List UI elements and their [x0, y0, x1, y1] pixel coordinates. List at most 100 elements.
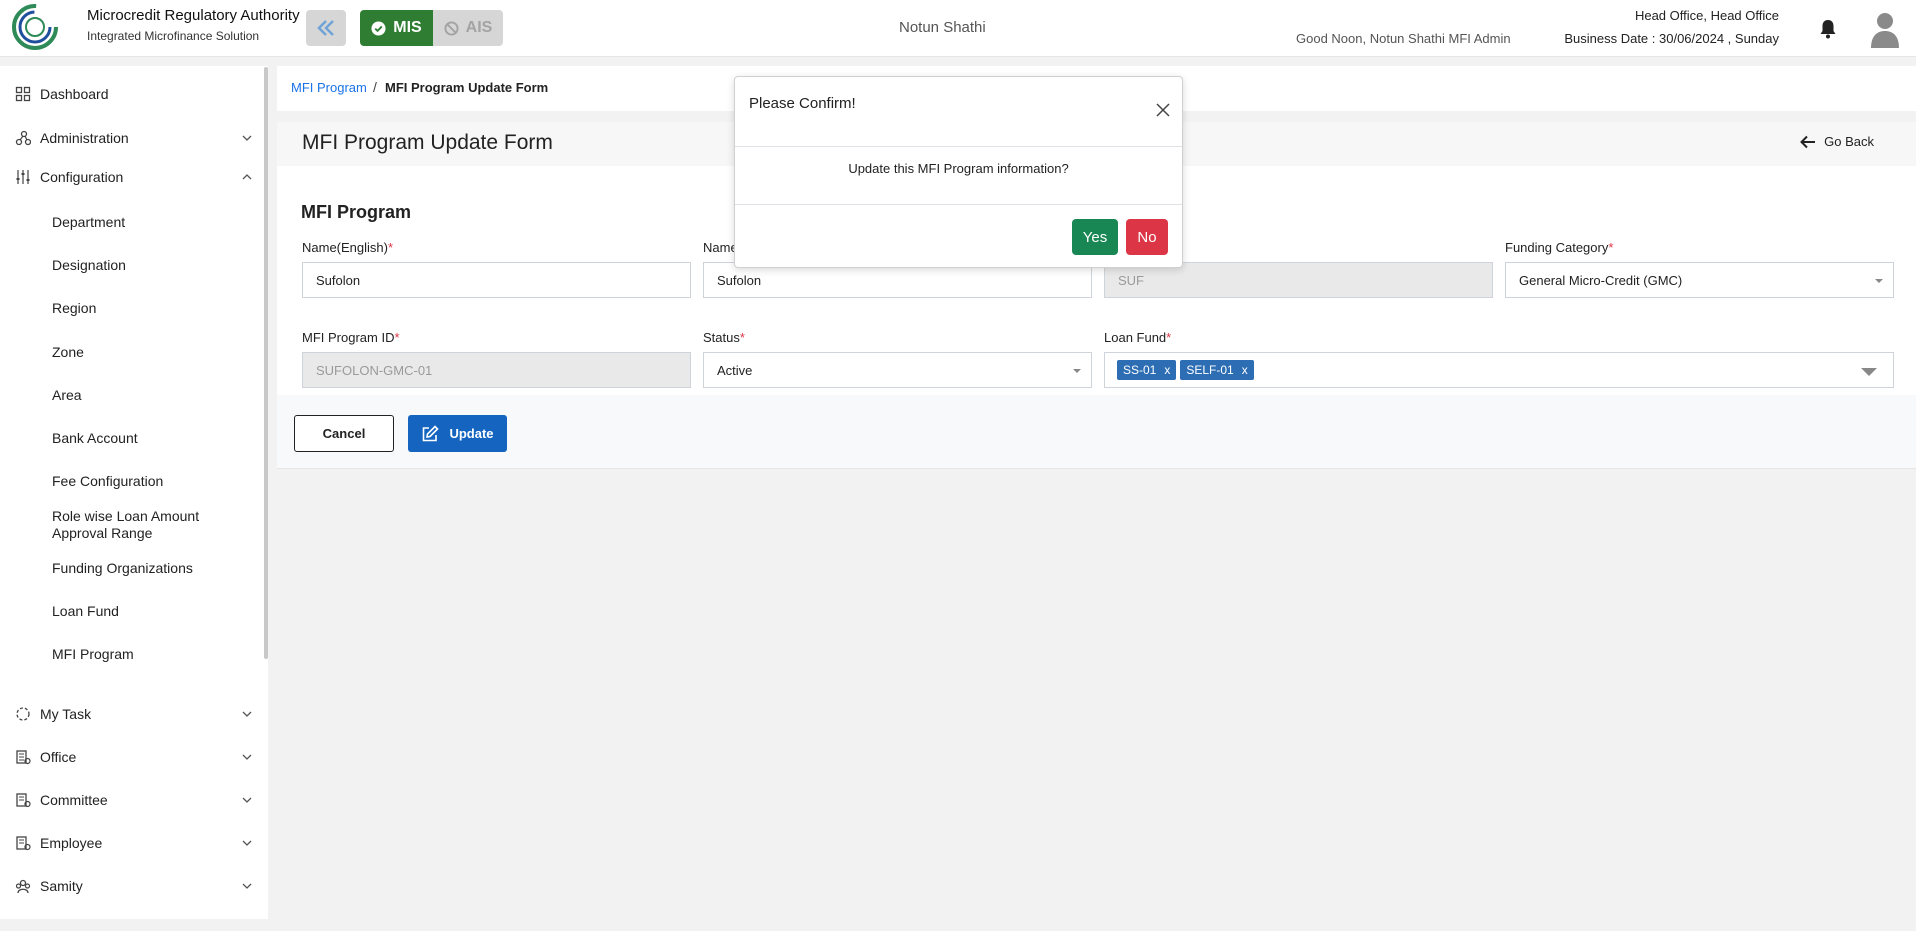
tag-remove-button[interactable]: x — [1242, 363, 1248, 377]
dialog-title: Please Confirm! — [749, 95, 856, 112]
cancel-button[interactable]: Cancel — [294, 415, 394, 452]
sidebar-scrollbar[interactable] — [264, 67, 268, 659]
breadcrumb-separator: / — [373, 79, 377, 95]
mra-logo — [12, 4, 58, 50]
user-avatar-icon[interactable] — [1870, 10, 1900, 48]
dialog-divider — [735, 204, 1182, 205]
form-actions: Cancel Update — [277, 395, 1916, 469]
sidebar-item-my-task[interactable]: My Task — [0, 698, 262, 730]
sidebar-item-label: Samity — [40, 878, 83, 894]
sidebar-item-label: Committee — [40, 792, 108, 808]
admin-nodes-icon — [15, 130, 31, 146]
chevron-down-icon — [242, 883, 252, 889]
sidebar-subitem-designation[interactable]: Designation — [52, 257, 257, 274]
brand-title: Microcredit Regulatory Authority — [87, 7, 300, 24]
sidebar: Dashboard Administration Configuration D… — [0, 66, 268, 919]
sidebar-item-label: Administration — [40, 130, 129, 146]
update-button[interactable]: Update — [408, 415, 507, 452]
sidebar-item-label: Office — [40, 749, 77, 765]
sidebar-item-samity[interactable]: Samity — [0, 870, 262, 902]
sidebar-subitem-mfi-program[interactable]: MFI Program — [52, 646, 257, 663]
breadcrumb-link-mfi-program[interactable]: MFI Program — [291, 80, 367, 95]
mis-label: MIS — [393, 19, 422, 36]
caret-down-icon — [1073, 369, 1081, 373]
check-circle-icon — [371, 20, 386, 36]
bell-icon[interactable] — [1818, 18, 1838, 40]
sidebar-item-office[interactable]: Office — [0, 741, 262, 773]
sidebar-item-label: Configuration — [40, 169, 124, 185]
sidebar-item-label: Dashboard — [40, 86, 109, 102]
greeting-text: Good Noon, Notun Shathi MFI Admin — [1296, 31, 1511, 46]
funding-category-select[interactable]: General Micro-Credit (GMC) — [1505, 262, 1894, 298]
page-title: MFI Program Update Form — [302, 131, 553, 154]
chevron-up-icon — [242, 174, 252, 180]
chevron-down-icon — [242, 711, 252, 717]
no-button[interactable]: No — [1126, 219, 1168, 255]
group-icon — [15, 879, 31, 894]
office-building-icon — [16, 750, 31, 765]
mis-switch-button[interactable]: MIS — [360, 10, 433, 46]
tag-remove-button[interactable]: x — [1164, 363, 1170, 377]
office-name: Head Office, Head Office — [1634, 8, 1779, 23]
name-english-label: Name(English)* — [302, 240, 394, 255]
program-id-input: SUFOLON-GMC-01 — [302, 352, 691, 388]
status-select[interactable]: Active — [703, 352, 1092, 388]
loan-fund-tag: SELF-01 x — [1180, 360, 1254, 380]
close-icon[interactable] — [1156, 103, 1170, 117]
status-value: Active — [717, 362, 753, 378]
dialog-message: Update this MFI Program information? — [848, 161, 1069, 176]
sidebar-item-dashboard[interactable]: Dashboard — [0, 78, 262, 110]
sidebar-item-label: My Task — [40, 706, 92, 722]
sidebar-subitem-funding-organizations[interactable]: Funding Organizations — [52, 560, 257, 577]
sidebar-subitem-role-wise-loan-amount[interactable]: Role wise Loan Amount Approval Range — [52, 508, 227, 542]
brand-subtitle: Integrated Microfinance Solution — [87, 29, 260, 43]
loan-fund-label: Loan Fund* — [1104, 330, 1172, 345]
caret-down-icon — [1875, 279, 1883, 283]
sidebar-subitem-region[interactable]: Region — [52, 300, 257, 317]
sidebar-subitem-loan-fund[interactable]: Loan Fund — [52, 603, 257, 620]
employee-icon — [16, 836, 31, 851]
confirm-dialog: Please Confirm! Update this MFI Program … — [734, 76, 1183, 268]
arrow-left-icon — [1800, 135, 1816, 148]
chevron-down-icon — [242, 797, 252, 803]
sidebar-subitem-zone[interactable]: Zone — [52, 344, 257, 361]
sidebar-item-committee[interactable]: Committee — [0, 784, 262, 816]
name-bangla-label: Name — [703, 240, 738, 255]
chevron-down-icon — [242, 135, 252, 141]
section-title: MFI Program — [301, 202, 412, 222]
breadcrumb-current: MFI Program Update Form — [385, 80, 549, 95]
grid-icon — [15, 86, 31, 102]
loan-fund-tag: SS-01 x — [1117, 360, 1177, 380]
go-back-label: Go Back — [1824, 134, 1874, 149]
sidebar-item-configuration[interactable]: Configuration — [0, 161, 262, 193]
dropdown-arrow-icon[interactable] — [1860, 367, 1878, 377]
sidebar-item-label: Employee — [40, 835, 103, 851]
ais-label: AIS — [465, 19, 493, 36]
yes-button[interactable]: Yes — [1072, 219, 1118, 255]
sidebar-subitem-bank-account[interactable]: Bank Account — [52, 430, 257, 447]
chevron-down-icon — [242, 840, 252, 846]
edit-icon — [423, 424, 440, 441]
sidebar-collapse-button[interactable] — [306, 10, 346, 46]
ban-icon — [444, 20, 459, 36]
chevron-down-icon — [242, 754, 252, 760]
double-chevron-left-icon — [317, 20, 334, 36]
update-label: Update — [449, 426, 494, 441]
organization-name: Notun Shathi — [899, 19, 986, 36]
sidebar-item-administration[interactable]: Administration — [0, 122, 262, 154]
loan-fund-multiselect[interactable]: SS-01 x SELF-01 x — [1104, 352, 1894, 388]
sidebar-subitem-fee-configuration[interactable]: Fee Configuration — [52, 473, 257, 490]
committee-icon — [16, 793, 31, 808]
program-id-label: MFI Program ID* — [302, 330, 400, 345]
sidebar-item-employee[interactable]: Employee — [0, 827, 262, 859]
funding-category-value: General Micro-Credit (GMC) — [1519, 272, 1683, 288]
ais-switch-button[interactable]: AIS — [433, 10, 503, 46]
top-header: Microcredit Regulatory Authority Integra… — [0, 0, 1916, 57]
name-english-input[interactable]: Sufolon — [302, 262, 691, 298]
sidebar-subitem-department[interactable]: Department — [52, 214, 257, 231]
sidebar-subitem-area[interactable]: Area — [52, 387, 257, 404]
status-label: Status* — [703, 330, 745, 345]
business-date: Business Date : 30/06/2024 , Sunday — [1564, 31, 1779, 46]
sliders-icon — [16, 170, 30, 184]
go-back-button[interactable]: Go Back — [1800, 134, 1874, 149]
